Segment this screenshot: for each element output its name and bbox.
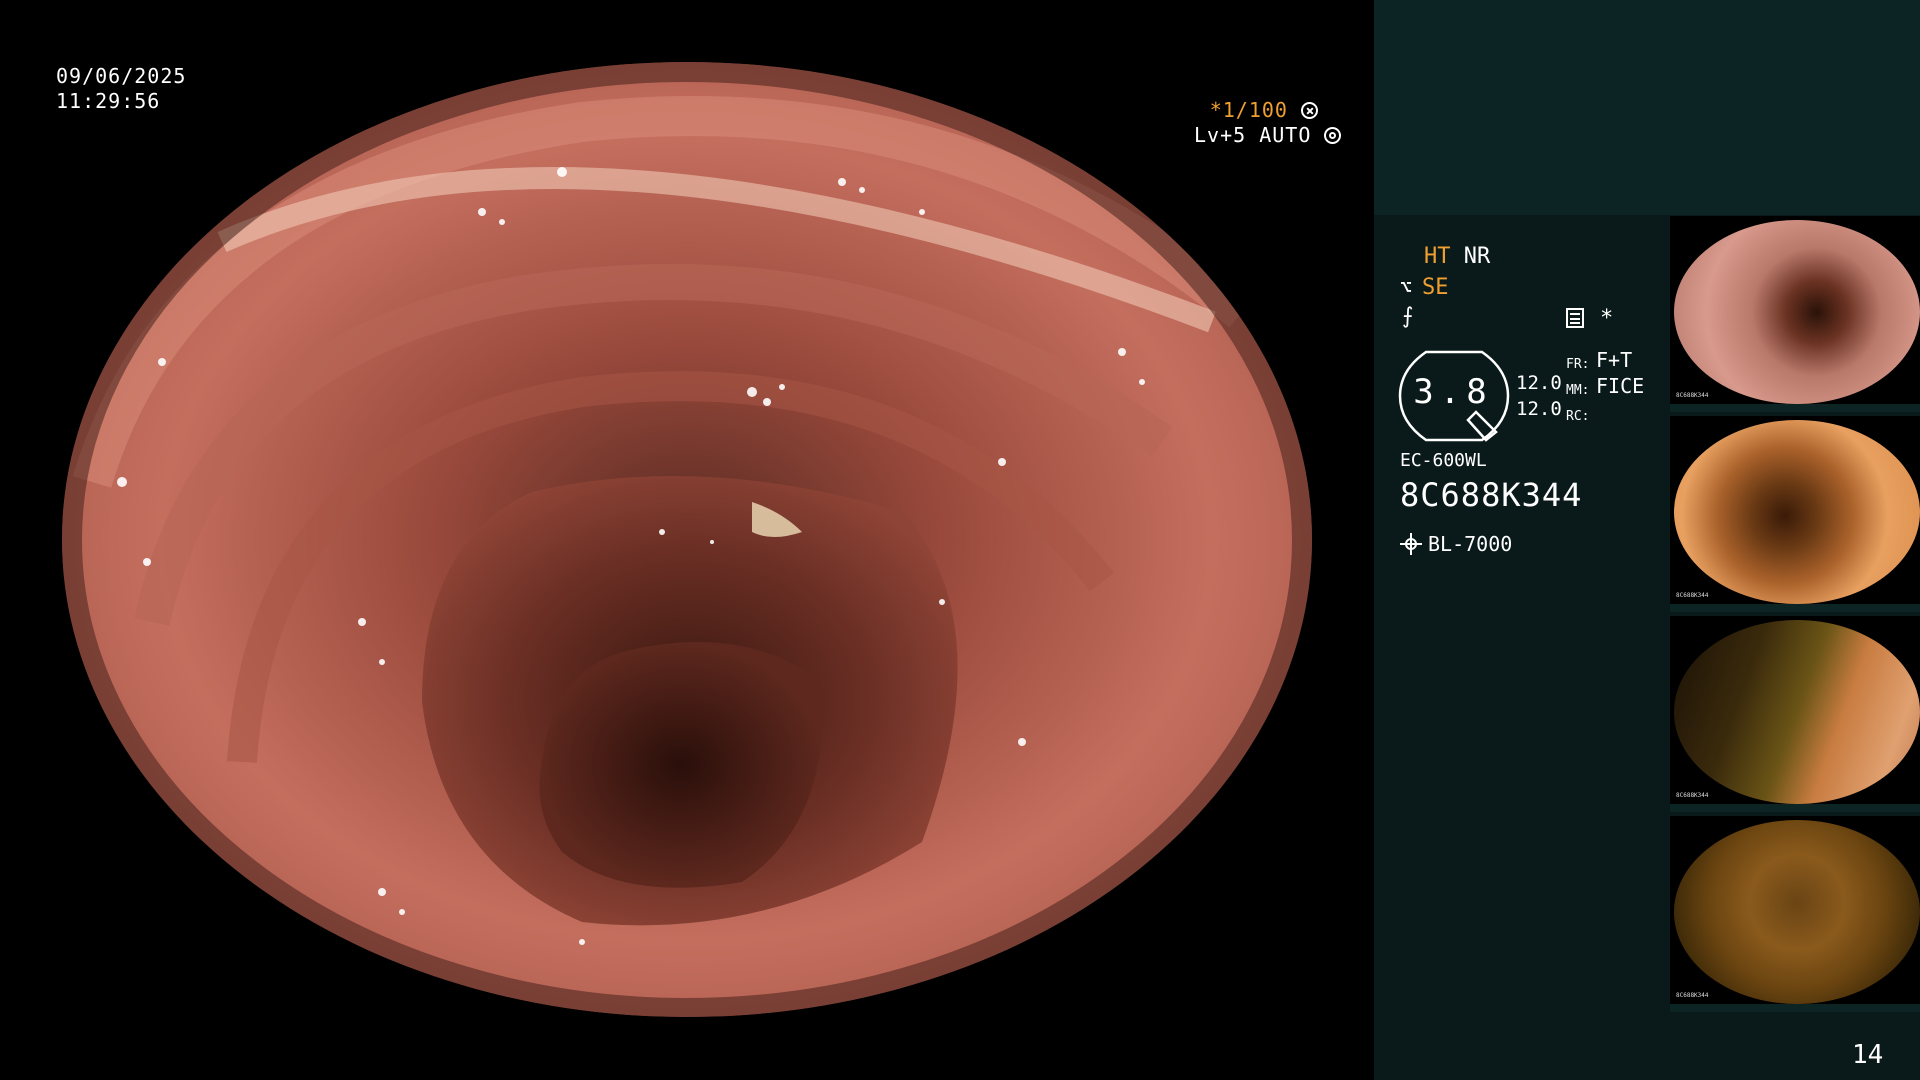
asterisk-flag: * [1600,306,1614,331]
thumbnail-band [1670,604,1920,612]
date-text: 09/06/2025 [56,64,187,88]
thumbnail-4[interactable]: 8C688K344 [1670,816,1920,1012]
thumbnail-3[interactable]: 8C688K344 [1670,616,1920,812]
row2-mode: FICE [1596,374,1645,398]
exposure-info: *1/100 Lv+5 AUTO [1194,98,1342,148]
thumbnail-band [1670,804,1920,812]
iris-value: 3.8 [1413,372,1493,412]
mode-column: F+T FICE [1596,347,1644,399]
value-column: 12.0 12.0 [1516,370,1562,422]
thumbnail-band [1670,404,1920,412]
shutter-speed: *1/100 [1209,98,1288,122]
scope-model: EC-600WL [1400,450,1487,471]
processing-flags: HT NR [1424,244,1490,270]
se-flag: SE [1422,275,1449,300]
time-text: 11:29:56 [56,89,161,113]
ht-flag: HT [1424,244,1451,269]
thumbnail-1[interactable]: 8C688K344 [1670,216,1920,412]
nr-flag: NR [1463,244,1491,269]
thumbnail-serial: 8C688K344 [1676,992,1709,999]
memory-icon [1566,308,1584,328]
se-row: ⌥ SE [1400,274,1449,301]
row2-value: 12.0 [1516,398,1562,420]
thumbnail-serial: 8C688K344 [1676,592,1709,599]
row2-label: MM: [1566,383,1590,398]
endoscope-image [62,62,1312,1017]
thumbnail-serial: 8C688K344 [1676,792,1709,799]
label-column: FR: MM: RC: [1566,352,1589,430]
light-source-model: BL-7000 [1428,532,1513,556]
row3-label: RC: [1566,409,1590,424]
structure-icon: ⌥ [1400,275,1413,299]
light-source: BL-7000 [1400,532,1512,556]
page-number: 14 [1852,1040,1884,1070]
thumbnail-2[interactable]: 8C688K344 [1670,416,1920,612]
colon-lumen-illustration [62,62,1312,1017]
row1-label: FR: [1566,357,1590,372]
shutter-icon [1301,102,1318,119]
thumbnail-image [1674,620,1920,804]
thumbnail-band [1670,1004,1920,1012]
thumbnail-image [1674,420,1920,604]
auto-icon [1324,127,1342,144]
date-time: 09/06/2025 11:29:56 [56,64,186,114]
scope-serial: 8C688K344 [1400,476,1583,514]
panel-header-band [1374,0,1920,215]
exposure-level: Lv+5 AUTO [1194,123,1312,147]
thumbnail-serial: 8C688K344 [1676,392,1709,399]
row1-value: 12.0 [1516,372,1562,394]
light-icon [1400,533,1422,555]
thumbnail-image [1674,820,1920,1004]
color-enhance-icon: ⨍ [1402,304,1414,329]
thumbnail-image [1674,220,1920,404]
row1-mode: F+T [1596,348,1633,372]
